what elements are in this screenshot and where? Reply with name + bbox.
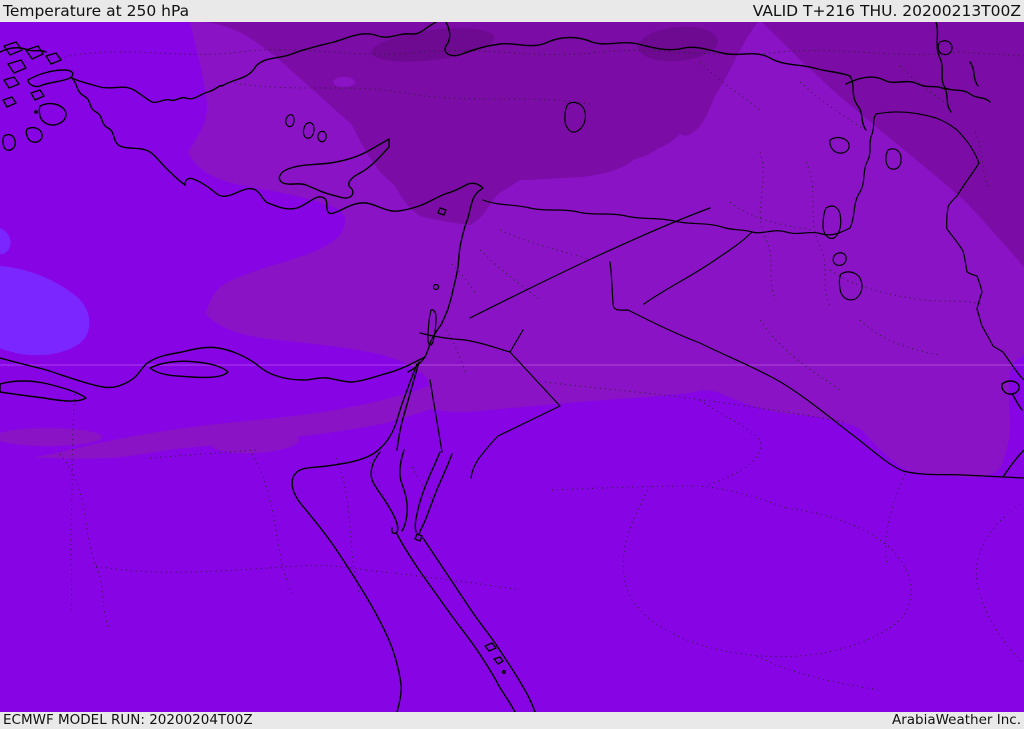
credit-label: ArabiaWeather Inc. (891, 712, 1021, 728)
header-bar: Temperature at 250 hPa VALID T+216 THU. … (0, 0, 1024, 22)
model-run-label: ECMWF MODEL RUN: 20200204T00Z (3, 712, 253, 728)
weather-map-window: Temperature at 250 hPa VALID T+216 THU. … (0, 0, 1024, 729)
map-area (0, 22, 1024, 712)
temp-mid-pocket-anatolia (333, 77, 355, 87)
valid-time-label: VALID T+216 THU. 20200213T00Z (752, 2, 1021, 20)
temperature-map (0, 22, 1024, 712)
footer-bar: ECMWF MODEL RUN: 20200204T00Z ArabiaWeat… (0, 712, 1024, 729)
map-title: Temperature at 250 hPa (3, 2, 190, 20)
